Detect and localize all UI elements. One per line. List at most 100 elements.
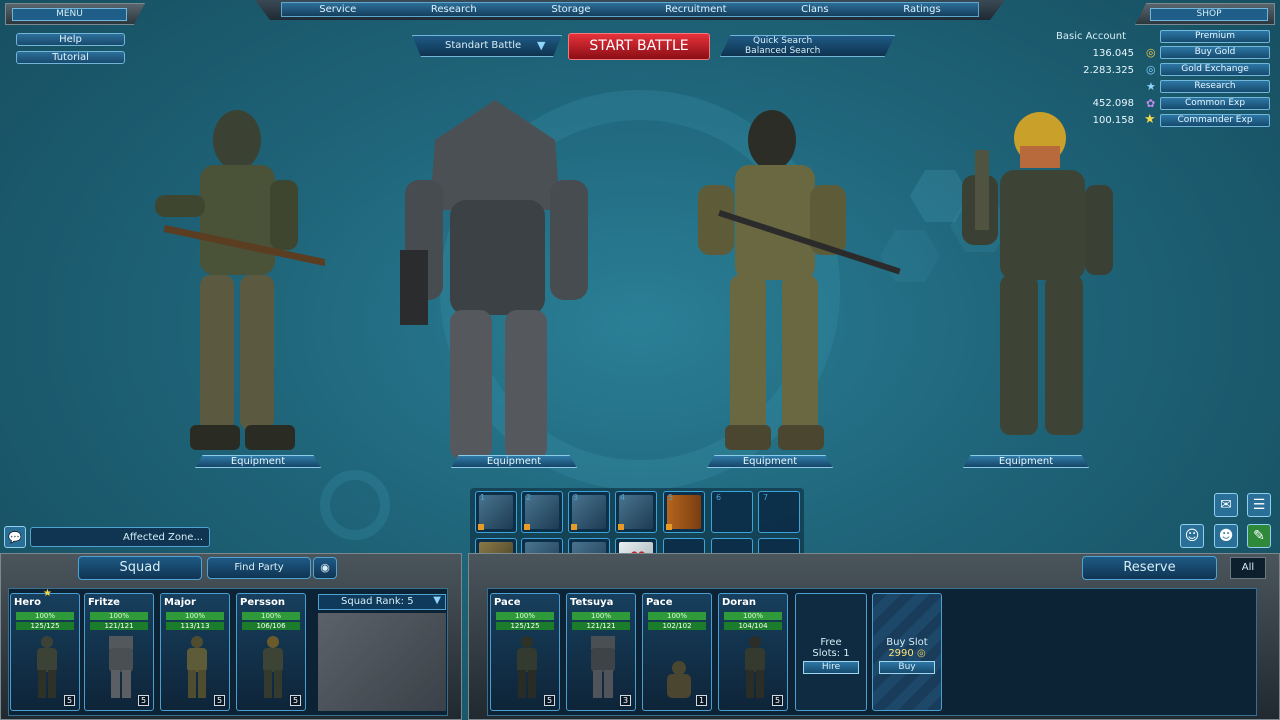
slot-scope[interactable]: 1	[475, 491, 517, 533]
armor-bar: 100%	[242, 612, 300, 620]
battle-mode-select[interactable]: Standart Battle ▼	[412, 35, 562, 57]
nav-recruitment[interactable]: Recruitment	[665, 4, 726, 15]
level-badge: 1	[696, 695, 707, 706]
equipment-button-3[interactable]: Equipment	[707, 455, 833, 468]
find-party-label: Find Party	[234, 562, 284, 573]
reserve-card-pace-2[interactable]: Pace 100% 102/102 1	[642, 593, 712, 711]
common-exp-icon: ✿	[1146, 97, 1156, 110]
equipment-button-4[interactable]: Equipment	[963, 455, 1089, 468]
armor-bar: 100%	[90, 612, 148, 620]
commander-exp-icon: ★	[1144, 112, 1156, 127]
common-exp-button[interactable]: Common Exp	[1160, 97, 1270, 110]
free-label: Free	[820, 637, 842, 648]
gold-icon: ◎	[916, 648, 926, 659]
find-party-button[interactable]: Find Party	[207, 557, 311, 579]
help-button[interactable]: Help	[16, 33, 125, 46]
squad-tab[interactable]: Squad	[78, 556, 202, 580]
armor-bar: 100%	[724, 612, 782, 620]
member-name: Fritze	[88, 597, 120, 608]
hire-button[interactable]: Hire	[803, 661, 859, 674]
health-bar: 121/121	[90, 622, 148, 630]
all-filter-button[interactable]: All	[1230, 557, 1266, 579]
buy-slot-button[interactable]: Buy	[879, 661, 935, 674]
level-badge: 5	[544, 695, 555, 706]
health-bar: 113/113	[166, 622, 224, 630]
health-bar: 106/106	[242, 622, 300, 630]
squad-empty-area	[318, 613, 446, 711]
research-button[interactable]: Research	[1160, 80, 1270, 93]
clan-icon[interactable]: ✎	[1247, 524, 1271, 548]
eye-icon[interactable]: ◉	[313, 557, 337, 579]
health-bar: 125/125	[16, 622, 74, 630]
slot-rifle[interactable]: 2	[521, 491, 563, 533]
soldier-1-model[interactable]	[145, 100, 325, 455]
squad-card-major[interactable]: Major 100% 113/113 5	[160, 593, 230, 711]
nav-service[interactable]: Service	[319, 4, 356, 15]
squad-card-hero[interactable]: ★ Hero 100% 125/125 5	[10, 588, 80, 711]
armor-bar: 100%	[648, 612, 706, 620]
member-name: Tetsuya	[570, 597, 614, 608]
health-bar: 104/104	[724, 622, 782, 630]
buy-slot-label: Buy Slot	[886, 637, 928, 648]
squad-title: Squad	[119, 560, 161, 575]
reserve-tab[interactable]: Reserve	[1082, 556, 1217, 580]
nav-clans[interactable]: Clans	[801, 4, 828, 15]
soldier-3-model[interactable]	[690, 100, 910, 455]
buy-gold-button[interactable]: Buy Gold	[1160, 46, 1270, 59]
reserve-card-tetsuya[interactable]: Tetsuya 100% 121/121 3	[566, 593, 636, 711]
chat-bar[interactable]: Affected Zone...	[30, 527, 210, 547]
soldier-thumbnail	[667, 661, 691, 698]
armor-bar: 100%	[496, 612, 554, 620]
nav-research[interactable]: Research	[431, 4, 477, 15]
squad-rank-select[interactable]: Squad Rank: 5 ▼	[318, 594, 446, 610]
slot-cloak[interactable]: 4	[615, 491, 657, 533]
soldier-4-model[interactable]	[950, 100, 1115, 455]
slot-ammo[interactable]: 5	[663, 491, 705, 533]
armor-bar: 100%	[166, 612, 224, 620]
reserve-card-doran[interactable]: Doran 100% 104/104 5	[718, 593, 788, 711]
armor-bar: 100%	[16, 612, 74, 620]
menu-header[interactable]: MENU	[5, 3, 145, 25]
slot-radar[interactable]: 3	[568, 491, 610, 533]
profile-icon[interactable]: ☻	[1214, 524, 1238, 548]
equipment-button-2[interactable]: Equipment	[451, 455, 577, 468]
buy-slot-price-row: 2990 ◎	[873, 648, 941, 659]
commander-exp-button[interactable]: Commander Exp	[1160, 114, 1270, 127]
slot-empty[interactable]: 7	[758, 491, 800, 533]
menu-title: MENU	[12, 8, 127, 21]
chat-icon[interactable]: 💬	[4, 526, 26, 548]
armor-bar: 100%	[572, 612, 630, 620]
soldier-2-model[interactable]	[395, 100, 595, 465]
health-bar: 125/125	[496, 622, 554, 630]
account-type: Basic Account	[1056, 31, 1127, 42]
reserve-card-pace[interactable]: Pace 100% 125/125 5	[490, 593, 560, 711]
balanced-search-option[interactable]: Balanced Search	[745, 46, 820, 56]
member-name: Hero	[14, 597, 41, 608]
friends-icon[interactable]: ☺	[1180, 524, 1204, 548]
list-icon[interactable]: ☰	[1247, 493, 1271, 517]
gold-exchange-button[interactable]: Gold Exchange	[1160, 63, 1270, 76]
premium-button[interactable]: Premium	[1160, 30, 1270, 43]
soldier-thumbnail	[187, 636, 207, 698]
nav-storage[interactable]: Storage	[551, 4, 590, 15]
member-name: Doran	[722, 597, 756, 608]
tutorial-button[interactable]: Tutorial	[16, 51, 125, 64]
top-navigation: Service Research Storage Recruitment Cla…	[255, 0, 1005, 20]
nav-ratings[interactable]: Ratings	[903, 4, 940, 15]
soldier-thumbnail	[109, 636, 133, 698]
equipment-button-1[interactable]: Equipment	[195, 455, 321, 468]
shop-header[interactable]: SHOP	[1135, 3, 1275, 25]
soldier-thumbnail	[263, 636, 283, 698]
squad-card-fritze[interactable]: Fritze 100% 121/121 5	[84, 593, 154, 711]
start-battle-label: START BATTLE	[589, 38, 689, 54]
slot-empty[interactable]: 6	[711, 491, 753, 533]
member-name: Persson	[240, 597, 285, 608]
start-battle-button[interactable]: START BATTLE	[568, 33, 710, 60]
background-ring	[320, 470, 390, 540]
squad-card-persson[interactable]: Persson 100% 106/106 5	[236, 593, 306, 711]
quick-search-option[interactable]: Quick Search	[753, 36, 812, 46]
shop-title: SHOP	[1150, 8, 1268, 21]
mail-icon[interactable]: ✉	[1214, 493, 1238, 517]
member-name: Major	[164, 597, 196, 608]
buy-slot-card: Buy Slot 2990 ◎ Buy	[872, 593, 942, 711]
